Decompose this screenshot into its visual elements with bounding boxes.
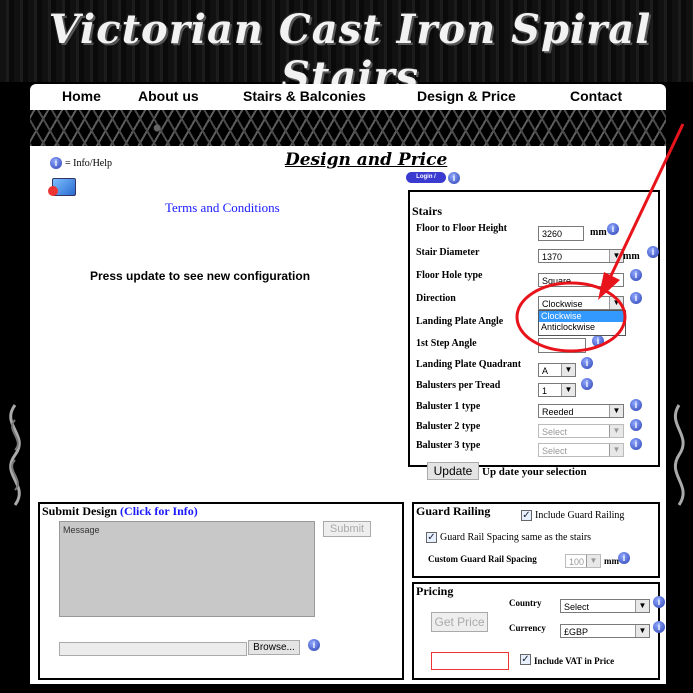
annotation-arrow-line [606, 123, 685, 283]
annotation-circle [515, 281, 627, 353]
annotation-overlay [515, 123, 685, 353]
annotation-arrow-head [598, 272, 620, 300]
